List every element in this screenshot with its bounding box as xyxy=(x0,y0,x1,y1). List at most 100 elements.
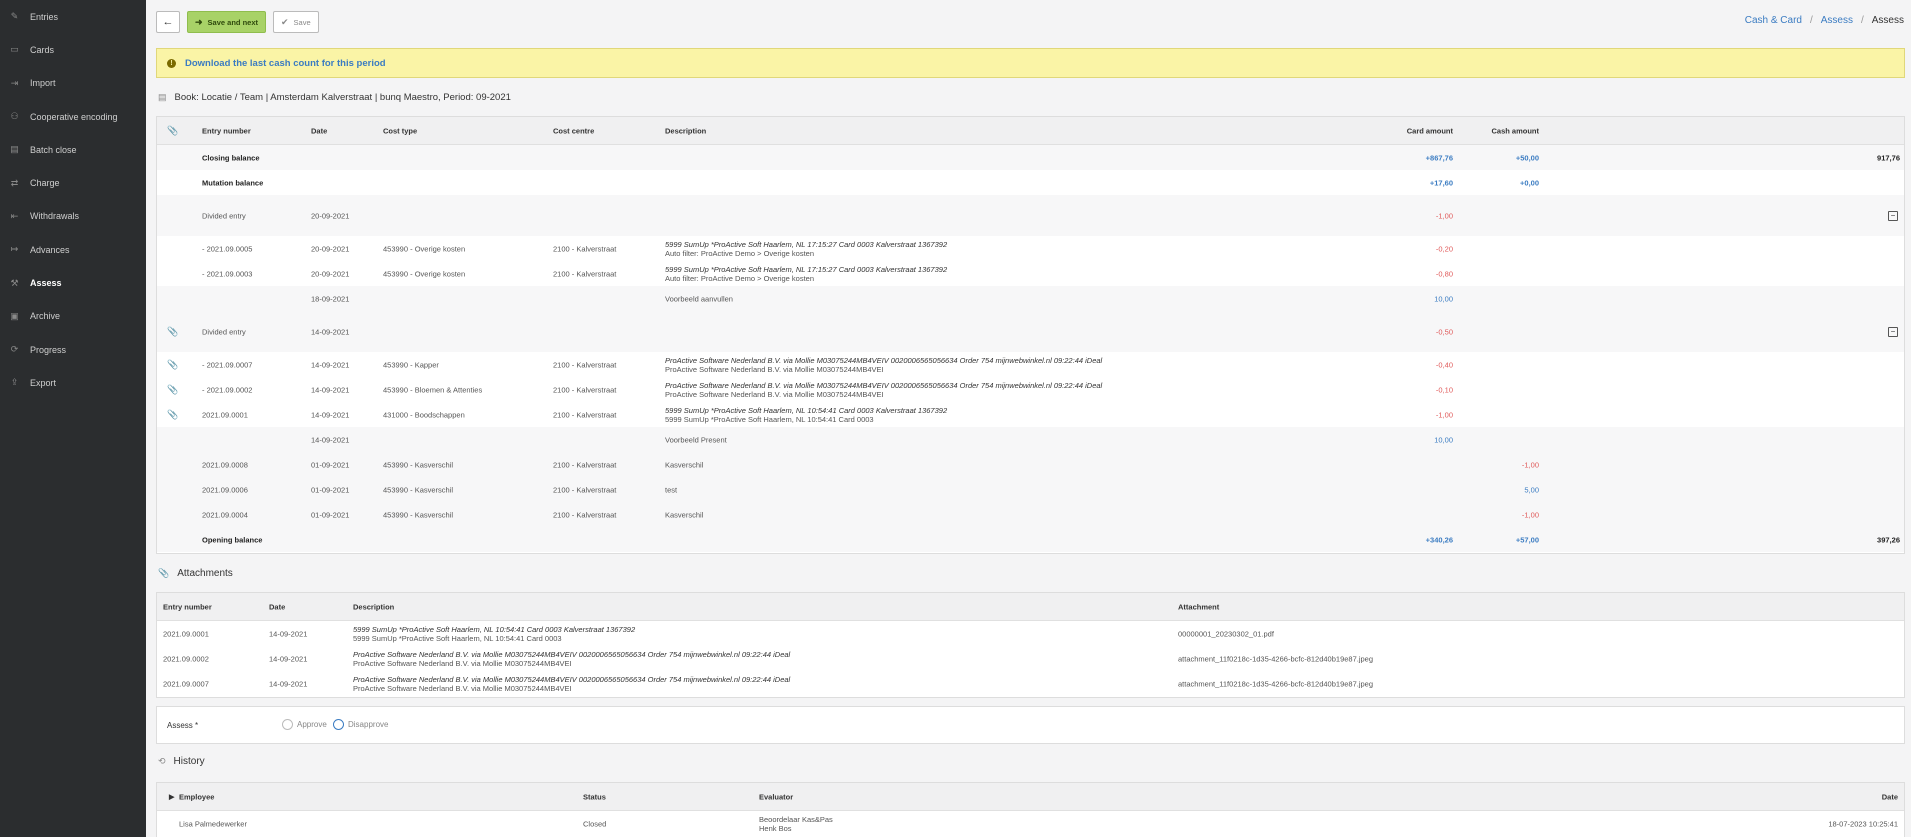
table-row[interactable]: - 2021.09.0003 20-09-2021 453990 - Overige… xyxy=(157,261,1904,286)
history-evaluator: Beoordelaar Kas&Pas Henk Bos xyxy=(759,815,833,833)
entry-number: 2021.09.0004 xyxy=(202,510,248,519)
description-line-2: ProActive Software Nederland B.V. via Mo… xyxy=(353,658,572,668)
attachment-row[interactable]: 2021.09.0001 14-09-2021 5999 SumUp *ProAct… xyxy=(157,621,1904,646)
save-label: Save xyxy=(293,17,311,27)
sidebar-item-cards[interactable]: ▭ Cards xyxy=(0,33,146,66)
attachments-title: 📎 Attachments xyxy=(158,568,233,579)
table-row[interactable]: 2021.09.0004 01-09-2021 453990 - Kasversch… xyxy=(157,502,1904,527)
table-row[interactable]: 2021.09.0008 01-09-2021 453990 - Kasversch… xyxy=(157,452,1904,477)
disapprove-radio[interactable]: Disapprove xyxy=(333,719,388,730)
save-and-next-button[interactable]: ➜ Save and next xyxy=(187,11,266,33)
attachment-description: ProActive Software Nederland B.V. via Mo… xyxy=(353,650,790,668)
column-header-card-amount[interactable]: Card amount xyxy=(1407,126,1453,135)
sidebar-item-charge[interactable]: ⇄ Charge xyxy=(0,166,146,199)
table-row[interactable]: 📎 Divided entry 14-09-2021 -0,50 − xyxy=(157,311,1904,352)
entry-date: 14-09-2021 xyxy=(311,410,350,419)
entry-number: - 2021.09.0005 xyxy=(202,244,253,253)
export-icon: ⇪ xyxy=(10,377,19,388)
table-row[interactable]: Closing balance +867,76 +50,00 917,76 xyxy=(157,145,1904,170)
breadcrumb-cash-card[interactable]: Cash & Card xyxy=(1745,15,1802,26)
table-row[interactable]: 2021.09.0006 01-09-2021 453990 - Kasversch… xyxy=(157,477,1904,502)
entry-description: Kasverschil xyxy=(665,460,704,469)
column-header-employee[interactable]: Employee xyxy=(179,792,214,801)
attachment-row[interactable]: 2021.09.0007 14-09-2021 ProActive Software… xyxy=(157,671,1904,696)
batch-icon: ▤ xyxy=(10,144,19,155)
sidebar-item-archive[interactable]: ▣ Archive xyxy=(0,300,146,333)
sidebar-item-import[interactable]: ⇥ Import xyxy=(0,67,146,100)
description-line-2: ProActive Software Nederland B.V. via Mo… xyxy=(665,364,884,374)
breadcrumb-current: Assess xyxy=(1871,15,1904,26)
column-header-entry-number[interactable]: Entry number xyxy=(163,602,212,611)
cost-type: 453990 - Overige kosten xyxy=(383,244,466,253)
breadcrumb-assess[interactable]: Assess xyxy=(1821,15,1853,26)
paperclip-icon[interactable]: 📎 xyxy=(167,409,178,420)
sidebar-item-progress[interactable]: ⟳ Progress xyxy=(0,333,146,366)
paperclip-icon[interactable]: 📎 xyxy=(167,359,178,370)
table-row[interactable]: - 2021.09.0005 20-09-2021 453990 - Overige… xyxy=(157,236,1904,261)
column-header-description[interactable]: Description xyxy=(353,602,394,611)
sidebar-item-entries[interactable]: ✎ Entries xyxy=(0,0,146,33)
column-header-entry-number[interactable]: Entry number xyxy=(202,126,251,135)
collapse-toggle-icon[interactable]: − xyxy=(1888,210,1898,221)
table-row[interactable]: Divided entry 20-09-2021 -1,00 − xyxy=(157,195,1904,236)
table-row[interactable]: Opening balance +340,26 +57,00 397,26 xyxy=(157,527,1904,552)
column-header-cost-type[interactable]: Cost type xyxy=(383,126,417,135)
evaluator-line-2: Henk Bos xyxy=(759,823,792,833)
expand-icon[interactable]: ▶ xyxy=(169,793,174,801)
table-row[interactable]: 18-09-2021 Voorbeeld aanvullen 10,00 xyxy=(157,286,1904,311)
table-row[interactable]: 📎 2021.09.0001 14-09-2021 431000 - Boodscha… xyxy=(157,402,1904,427)
history-icon: ⟲ xyxy=(158,756,166,766)
description-line-2: 5999 SumUp *ProActive Soft Haarlem, NL 1… xyxy=(353,633,562,643)
paperclip-icon[interactable]: 📎 xyxy=(167,326,178,337)
attachment-file-link[interactable]: 00000001_20230302_01.pdf xyxy=(1178,629,1274,638)
table-row[interactable]: Mutation balance +17,60 +0,00 xyxy=(157,170,1904,195)
approve-radio[interactable]: Approve xyxy=(282,719,327,730)
entry-date: 14-09-2021 xyxy=(269,629,308,638)
table-row[interactable]: 14-09-2021 Voorbeeld Present 10,00 xyxy=(157,427,1904,452)
column-header-evaluator[interactable]: Evaluator xyxy=(759,792,793,801)
description-line-1: 5999 SumUp *ProActive Soft Haarlem, NL 1… xyxy=(665,264,948,274)
progress-icon: ⟳ xyxy=(10,344,19,355)
sidebar-item-withdrawals[interactable]: ⇤ Withdrawals xyxy=(0,200,146,233)
description-line-2: ProActive Software Nederland B.V. via Mo… xyxy=(665,389,884,399)
entry-description: Voorbeeld aanvullen xyxy=(665,294,733,303)
entry-date: 14-09-2021 xyxy=(311,435,350,444)
attachment-file-link[interactable]: attachment_11f0218c-1d35-4266-bcfc-812d4… xyxy=(1178,654,1373,663)
sidebar-item-batch-close[interactable]: ▤ Batch close xyxy=(0,133,146,166)
entry-date: 18-09-2021 xyxy=(311,294,350,303)
entry-number: 2021.09.0006 xyxy=(202,485,248,494)
sidebar-item-assess[interactable]: ⚒ Assess xyxy=(0,266,146,299)
sidebar-item-export[interactable]: ⇪ Export xyxy=(0,366,146,399)
sidebar-item-label: Export xyxy=(30,377,57,388)
collapse-toggle-icon[interactable]: − xyxy=(1888,326,1898,337)
charge-icon: ⇄ xyxy=(10,177,19,188)
sidebar-item-advances[interactable]: ↦ Advances xyxy=(0,233,146,266)
back-button[interactable]: ← xyxy=(156,11,180,33)
breadcrumb-separator: / xyxy=(1860,15,1864,26)
arrow-right-icon: ➜ xyxy=(195,16,203,27)
paperclip-icon[interactable]: 📎 xyxy=(167,384,178,395)
column-header-date[interactable]: Date xyxy=(1882,792,1898,801)
history-row[interactable]: Lisa Palmedewerker Closed Beoordelaar Kas&… xyxy=(157,811,1904,836)
attachment-row[interactable]: 2021.09.0002 14-09-2021 ProActive Software… xyxy=(157,646,1904,671)
save-button[interactable]: ✔ Save xyxy=(273,11,319,33)
column-header-cash-amount[interactable]: Cash amount xyxy=(1491,126,1539,135)
description-line-2: 5999 SumUp *ProActive Soft Haarlem, NL 1… xyxy=(665,414,874,424)
card-amount: -0,40 xyxy=(1435,360,1453,369)
table-row[interactable]: 📎 - 2021.09.0002 14-09-2021 453990 - Bloeme… xyxy=(157,377,1904,402)
toolbar: ← ➜ Save and next ✔ Save xyxy=(156,11,319,33)
sidebar-item-label: Batch close xyxy=(30,144,77,155)
column-header-status[interactable]: Status xyxy=(583,792,606,801)
column-header-cost-centre[interactable]: Cost centre xyxy=(553,126,594,135)
column-header-description[interactable]: Description xyxy=(665,126,706,135)
entry-date: 14-09-2021 xyxy=(311,385,350,394)
column-header-date[interactable]: Date xyxy=(311,126,327,135)
sidebar-item-cooperative-encoding[interactable]: ⚇ Cooperative encoding xyxy=(0,100,146,133)
column-header-attachment[interactable]: Attachment xyxy=(1178,602,1219,611)
attachments-header: Entry number Date Description Attachment xyxy=(157,593,1904,621)
column-header-date[interactable]: Date xyxy=(269,602,285,611)
download-cash-count-link[interactable]: Download the last cash count for this pe… xyxy=(185,58,386,69)
attachment-description: ProActive Software Nederland B.V. via Mo… xyxy=(353,675,790,693)
attachment-file-link[interactable]: attachment_11f0218c-1d35-4266-bcfc-812d4… xyxy=(1178,679,1373,688)
table-row[interactable]: 📎 - 2021.09.0007 14-09-2021 453990 - Kapper… xyxy=(157,352,1904,377)
